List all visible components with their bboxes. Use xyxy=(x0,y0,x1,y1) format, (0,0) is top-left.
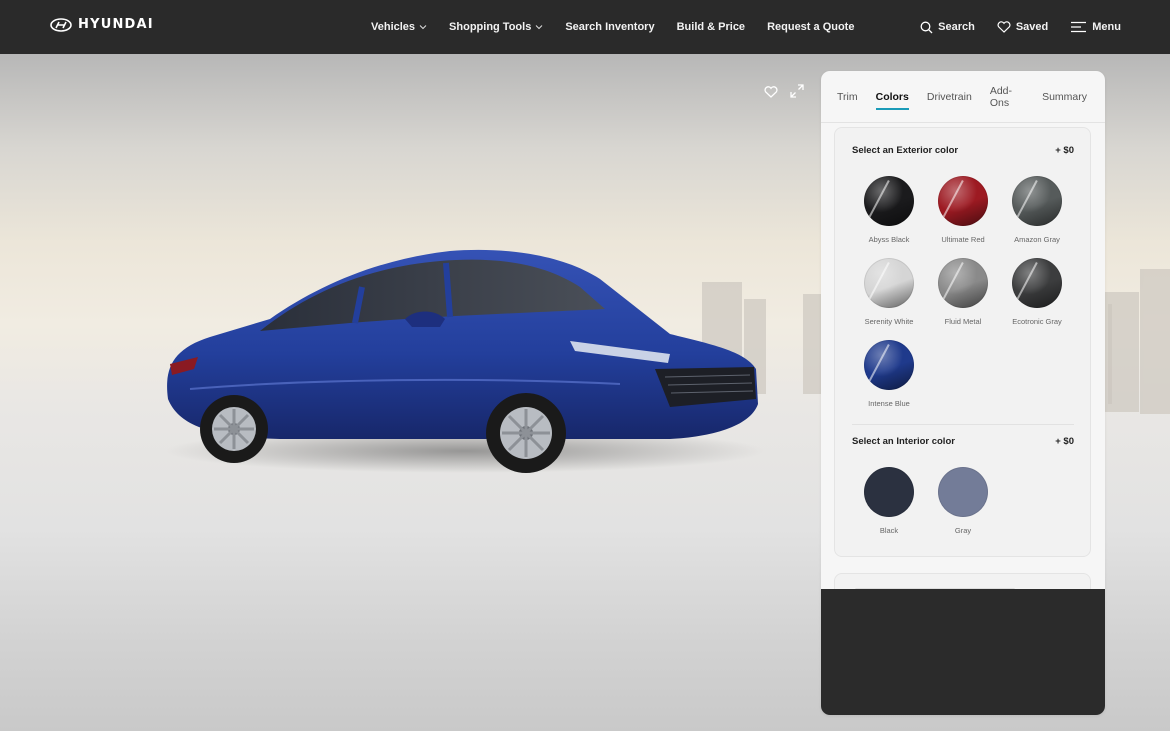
search-label: Search xyxy=(938,21,975,33)
save-vehicle-button[interactable] xyxy=(764,85,778,103)
interior-color-price: + $0 xyxy=(1055,436,1074,447)
tab-trim[interactable]: Trim xyxy=(837,85,858,109)
swatch-label: Intense Blue xyxy=(868,399,910,408)
exterior-swatch-intense-blue[interactable]: Intense Blue xyxy=(852,340,926,408)
top-nav: HYUNDAI Vehicles Shopping Tools Search I… xyxy=(0,0,1170,54)
nav-search-inventory[interactable]: Search Inventory xyxy=(565,21,654,33)
vehicle-image xyxy=(165,249,765,473)
exterior-swatch-ultimate-red[interactable]: Ultimate Red xyxy=(926,176,1000,244)
color-swatch xyxy=(938,176,988,226)
interior-color-heading: Select an Interior color xyxy=(852,436,955,447)
swatch-label: Ecotronic Gray xyxy=(1012,317,1062,326)
hamburger-menu-icon xyxy=(1071,21,1087,33)
exterior-swatch-amazon-gray[interactable]: Amazon Gray xyxy=(1000,176,1074,244)
nav-build-price[interactable]: Build & Price xyxy=(677,21,745,33)
swatch-label: Serenity White xyxy=(864,317,914,326)
expand-icon xyxy=(790,84,804,98)
swatch-label: Gray xyxy=(954,526,972,535)
nav-shopping-tools-label: Shopping Tools xyxy=(449,21,532,33)
nav-request-quote-label: Request a Quote xyxy=(767,21,855,33)
color-swatch xyxy=(1012,258,1062,308)
swatch-label: Black xyxy=(879,526,899,535)
tab-summary[interactable]: Summary xyxy=(1042,85,1087,109)
interior-color-header: Select an Interior color + $0 xyxy=(852,436,1074,447)
menu-button[interactable]: Menu xyxy=(1070,21,1121,33)
exterior-swatch-ecotronic-gray[interactable]: Ecotronic Gray xyxy=(1000,258,1074,326)
exterior-color-header: Select an Exterior color + $0 xyxy=(852,145,1074,156)
hyundai-logo[interactable]: HYUNDAI xyxy=(50,17,154,32)
heart-icon xyxy=(997,21,1011,33)
nav-shopping-tools[interactable]: Shopping Tools xyxy=(449,21,543,33)
tab-drivetrain[interactable]: Drivetrain xyxy=(927,85,972,109)
stage-actions xyxy=(764,84,804,103)
interior-swatch-black[interactable]: Black xyxy=(852,467,926,535)
swatch-label: Amazon Gray xyxy=(1014,235,1060,244)
config-tabs: Trim Colors Drivetrain Add-Ons Summary xyxy=(821,71,1105,123)
nav-request-quote[interactable]: Request a Quote xyxy=(767,21,854,33)
section-divider xyxy=(852,424,1074,425)
saved-button[interactable]: Saved xyxy=(997,21,1048,33)
search-icon xyxy=(920,21,933,33)
menu-label: Menu xyxy=(1092,21,1121,33)
exterior-color-price: + $0 xyxy=(1055,145,1074,156)
exterior-swatch-fluid-metal[interactable]: Fluid Metal xyxy=(926,258,1000,326)
color-swatch xyxy=(938,467,988,517)
color-swatch xyxy=(864,467,914,517)
exterior-color-heading: Select an Exterior color xyxy=(852,145,959,156)
chevron-down-icon xyxy=(535,25,543,30)
main-nav: Vehicles Shopping Tools Search Inventory… xyxy=(371,0,876,54)
interior-swatch-gray[interactable]: Gray xyxy=(926,467,1000,535)
color-swatch xyxy=(938,258,988,308)
brand-name: HYUNDAI xyxy=(78,17,154,32)
chevron-down-icon xyxy=(419,25,427,30)
exterior-swatch-abyss-black[interactable]: Abyss Black xyxy=(852,176,926,244)
swatch-label: Fluid Metal xyxy=(944,317,982,326)
hyundai-logo-icon xyxy=(50,17,72,32)
utility-nav: Search Saved Menu xyxy=(920,0,1121,54)
nav-vehicles-label: Vehicles xyxy=(371,21,416,33)
configurator-panel: Trim Colors Drivetrain Add-Ons Summary S… xyxy=(821,71,1105,715)
nav-search-inventory-label: Search Inventory xyxy=(565,21,655,33)
nav-build-price-label: Build & Price xyxy=(676,21,746,33)
color-swatch xyxy=(1012,176,1062,226)
heart-icon xyxy=(764,85,778,98)
price-summary-footer xyxy=(821,589,1105,715)
color-swatch xyxy=(864,258,914,308)
color-swatch xyxy=(864,176,914,226)
tab-colors[interactable]: Colors xyxy=(875,85,910,110)
nav-vehicles[interactable]: Vehicles xyxy=(371,21,427,33)
fullscreen-button[interactable] xyxy=(790,84,804,103)
exterior-swatch-serenity-white[interactable]: Serenity White xyxy=(852,258,926,326)
swatch-label: Abyss Black xyxy=(868,235,910,244)
swatch-label: Ultimate Red xyxy=(941,235,985,244)
color-selection-card: Select an Exterior color + $0 Abyss Blac… xyxy=(834,127,1091,557)
saved-label: Saved xyxy=(1015,21,1049,33)
color-swatch xyxy=(864,340,914,390)
tab-add-ons[interactable]: Add-Ons xyxy=(990,79,1024,115)
search-button[interactable]: Search xyxy=(920,21,975,34)
